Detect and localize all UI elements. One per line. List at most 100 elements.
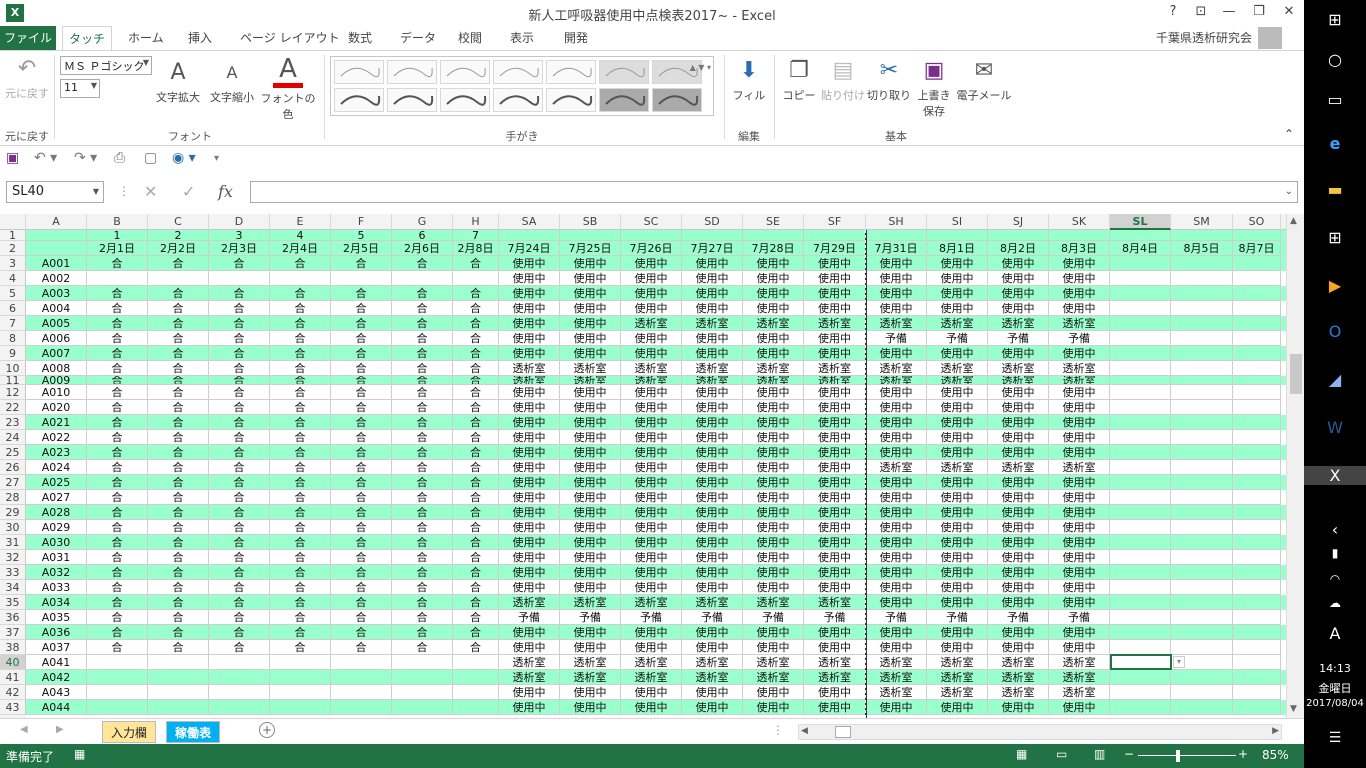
cell-H[interactable]: 合 [453, 361, 499, 376]
cell-SH[interactable]: 透析室 [866, 670, 927, 685]
row-header[interactable]: 9 [0, 346, 26, 361]
cell-D[interactable]: 合 [209, 520, 270, 535]
cell-C[interactable]: 合 [148, 550, 209, 565]
cell-G[interactable]: 合 [392, 430, 453, 445]
cell-SO[interactable] [1233, 490, 1281, 505]
cell-SI[interactable]: 使用中 [927, 346, 988, 361]
cut-button[interactable]: ✂ 切り取り [866, 57, 912, 103]
cell-SA[interactable]: 使用中 [499, 256, 560, 271]
cell-E[interactable]: 合 [270, 445, 331, 460]
cell-G[interactable]: 合 [392, 316, 453, 331]
cell-E[interactable]: 4 [270, 230, 331, 241]
cell-F[interactable]: 合 [331, 445, 392, 460]
cell-D[interactable]: 合 [209, 490, 270, 505]
cell-F[interactable]: 合 [331, 565, 392, 580]
grow-font-button[interactable]: A 文字拡大 [152, 59, 204, 105]
cell-E[interactable]: 合 [270, 400, 331, 415]
cell-SK[interactable]: 使用中 [1049, 445, 1110, 460]
cell-E[interactable]: 合 [270, 520, 331, 535]
cell-SF[interactable]: 透析室 [804, 376, 866, 385]
cell-E[interactable]: 合 [270, 610, 331, 625]
cell-SE[interactable]: 使用中 [743, 490, 804, 505]
cell-SM[interactable] [1171, 700, 1233, 715]
cell-B[interactable]: 合 [87, 520, 148, 535]
cell-SM[interactable] [1171, 550, 1233, 565]
cell-SA[interactable]: 使用中 [499, 430, 560, 445]
cell-SH[interactable]: 透析室 [866, 655, 927, 670]
cell-C[interactable] [148, 655, 209, 670]
cell-SF[interactable]: 使用中 [804, 430, 866, 445]
cell-SE[interactable] [743, 230, 804, 241]
cell-SJ[interactable]: 使用中 [988, 505, 1049, 520]
cell-SM[interactable] [1171, 565, 1233, 580]
cell-B[interactable]: 合 [87, 565, 148, 580]
cell-SO[interactable] [1233, 256, 1281, 271]
cell-G[interactable]: 合 [392, 595, 453, 610]
cell-D[interactable]: 合 [209, 301, 270, 316]
cell-SC[interactable]: 使用中 [621, 331, 682, 346]
cell-D[interactable]: 合 [209, 565, 270, 580]
cell-F[interactable]: 合 [331, 346, 392, 361]
cell-SH[interactable]: 使用中 [866, 286, 927, 301]
clock-time[interactable]: 14:13 [1304, 662, 1366, 675]
cell-SF[interactable]: 使用中 [804, 505, 866, 520]
cell-SB[interactable]: 使用中 [560, 505, 621, 520]
cell-E[interactable]: 合 [270, 640, 331, 655]
row-header[interactable]: 36 [0, 610, 26, 625]
tab-data[interactable]: データ [396, 26, 440, 50]
cell-A[interactable]: A028 [26, 505, 87, 520]
cell-B[interactable]: 1 [87, 230, 148, 241]
cell-SF[interactable]: 使用中 [804, 331, 866, 346]
cell-B[interactable]: 合 [87, 610, 148, 625]
cell-SH[interactable] [866, 230, 927, 241]
cell-SI[interactable]: 使用中 [927, 430, 988, 445]
cell-SE[interactable]: 使用中 [743, 565, 804, 580]
gallery-scroll-icon[interactable]: ▲ ▼ ▾ [690, 59, 711, 77]
cell-SF[interactable]: 使用中 [804, 625, 866, 640]
row-header[interactable]: 33 [0, 565, 26, 580]
cell-SD[interactable]: 使用中 [682, 256, 743, 271]
cell-SL[interactable]: 8月4日 [1110, 241, 1171, 256]
tab-insert[interactable]: 挿入 [184, 26, 216, 50]
column-header-F[interactable]: F [331, 214, 392, 230]
pen-10[interactable] [440, 88, 490, 112]
cell-C[interactable]: 合 [148, 316, 209, 331]
cell-D[interactable]: 合 [209, 595, 270, 610]
cell-SB[interactable] [560, 230, 621, 241]
cell-SE[interactable]: 透析室 [743, 376, 804, 385]
cell-SJ[interactable]: 使用中 [988, 640, 1049, 655]
cell-G[interactable]: 合 [392, 640, 453, 655]
cell-G[interactable]: 合 [392, 256, 453, 271]
cell-SA[interactable]: 透析室 [499, 655, 560, 670]
cell-B[interactable]: 合 [87, 400, 148, 415]
cell-SM[interactable] [1171, 610, 1233, 625]
cell-A[interactable]: A021 [26, 415, 87, 430]
cell-A[interactable]: A002 [26, 271, 87, 286]
cell-A[interactable]: A006 [26, 331, 87, 346]
column-header-A[interactable]: A [26, 214, 87, 230]
cell-SD[interactable]: 使用中 [682, 301, 743, 316]
cell-SH[interactable]: 使用中 [866, 625, 927, 640]
undo-button[interactable]: ↶ 元に戻す [4, 55, 50, 101]
column-header-C[interactable]: C [148, 214, 209, 230]
cell-F[interactable]: 合 [331, 316, 392, 331]
cell-H[interactable]: 合 [453, 595, 499, 610]
cell-E[interactable] [270, 670, 331, 685]
cell-B[interactable]: 合 [87, 595, 148, 610]
cell-SC[interactable]: 予備 [621, 610, 682, 625]
row-header[interactable]: 28 [0, 490, 26, 505]
cell-B[interactable]: 合 [87, 625, 148, 640]
cell-H[interactable] [453, 670, 499, 685]
cell-G[interactable] [392, 670, 453, 685]
notifications-icon[interactable]: ☰ [1304, 730, 1366, 746]
column-header-SD[interactable]: SD [682, 214, 743, 230]
cell-SB[interactable]: 使用中 [560, 700, 621, 715]
cell-G[interactable]: 合 [392, 331, 453, 346]
cell-SB[interactable]: 使用中 [560, 460, 621, 475]
cell-F[interactable]: 合 [331, 640, 392, 655]
cell-SF[interactable]: 使用中 [804, 385, 866, 400]
pen-1[interactable] [334, 60, 384, 84]
cell-G[interactable]: 合 [392, 550, 453, 565]
cell-SF[interactable]: 使用中 [804, 400, 866, 415]
cell-SA[interactable]: 使用中 [499, 685, 560, 700]
